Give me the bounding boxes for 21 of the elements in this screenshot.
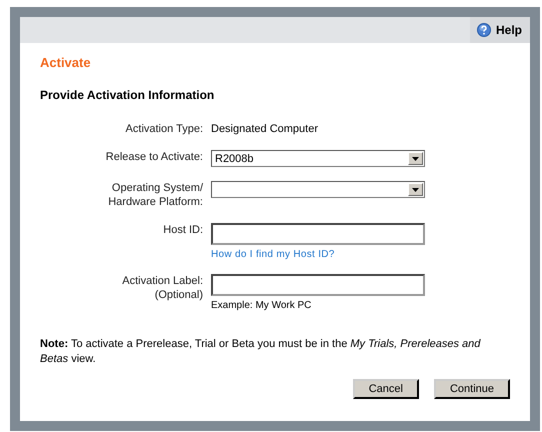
field-label: Activation Label: (Optional) — [121, 274, 203, 302]
example-hint: Example: My Work PC — [211, 300, 312, 311]
dropdown-arrow-icon — [412, 156, 419, 160]
field-value: Designated Computer — [211, 122, 318, 136]
help-link[interactable]: How do I find my Host ID? — [211, 249, 335, 260]
note-text: Note: To activate a Prerelease, Trial or Beta you must be in the My Trials, Prereleases and Betas view. — [40, 337, 482, 367]
field-label: Host ID: — [162, 223, 203, 237]
field-label: Operating System/ Hardware Platform: — [107, 181, 203, 209]
dropdown-field[interactable] — [211, 181, 425, 198]
dropdown-field[interactable]: R2008b — [211, 150, 425, 167]
dropdown-arrow-icon — [412, 188, 419, 192]
cancel-button[interactable]: Cancel — [352, 379, 419, 399]
input-field[interactable] — [211, 223, 425, 245]
field-label: Activation Type: — [124, 122, 203, 136]
input-field[interactable] — [211, 274, 425, 296]
continue-button[interactable]: Continue — [434, 379, 510, 399]
help-button[interactable]: Help — [470, 17, 530, 43]
help-icon — [476, 23, 491, 37]
field-label: Release to Activate: — [104, 150, 203, 164]
page-title: Activate — [40, 55, 92, 70]
section-heading: Provide Activation Information — [40, 88, 216, 102]
